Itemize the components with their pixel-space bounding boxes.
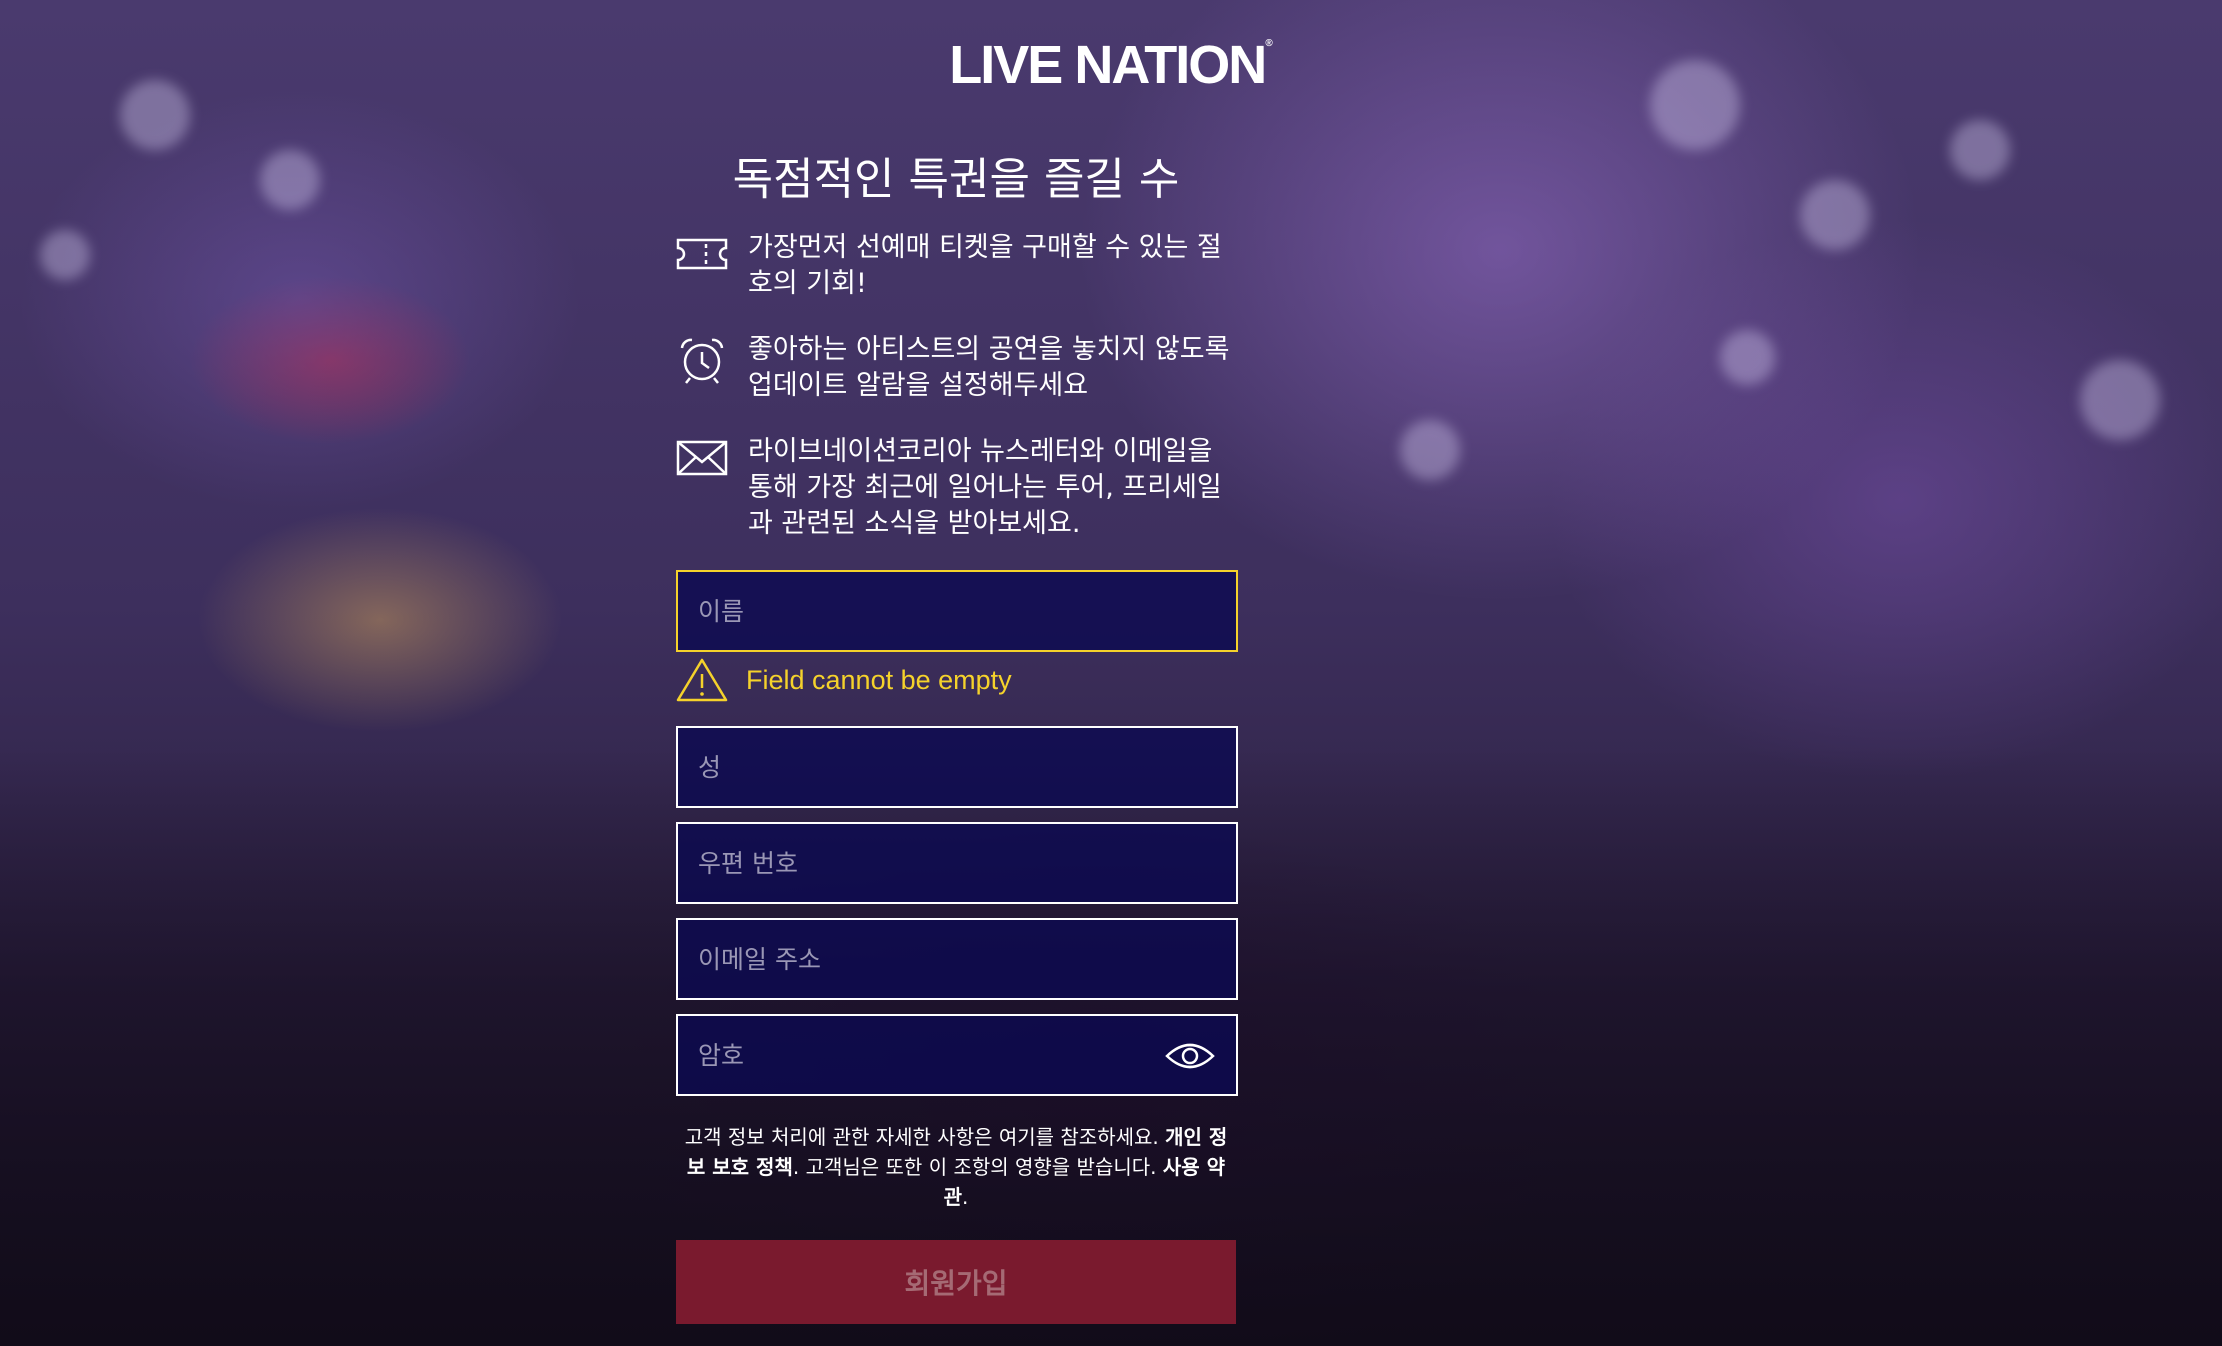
password-input[interactable] (678, 1016, 1236, 1094)
last-name-input[interactable] (678, 728, 1236, 806)
ticket-icon (676, 238, 728, 270)
feature-text: 좋아하는 아티스트의 공연을 놓치지 않도록 업데이트 알람을 설정해두세요 (748, 334, 1230, 401)
last-name-field (676, 726, 1238, 808)
feature-alerts: 좋아하는 아티스트의 공연을 놓치지 않도록 업데이트 알람을 설정해두세요 (676, 332, 1236, 404)
alarm-clock-icon (680, 338, 724, 384)
postal-code-input[interactable] (678, 824, 1236, 902)
email-field (676, 918, 1238, 1000)
signup-button[interactable]: 회원가입 (676, 1240, 1236, 1324)
first-name-input[interactable] (678, 572, 1236, 650)
email-input[interactable] (678, 920, 1236, 998)
error-message: Field cannot be empty (746, 664, 1012, 695)
feature-text: 가장먼저 선예매 티켓을 구매할 수 있는 절호의 기회! (748, 232, 1222, 299)
password-field (676, 1014, 1238, 1096)
warning-icon (676, 658, 728, 702)
first-name-field (676, 570, 1238, 652)
feature-presale: 가장먼저 선예매 티켓을 구매할 수 있는 절호의 기회! (676, 230, 1236, 302)
envelope-icon (676, 440, 728, 476)
page-title: 독점적인 특권을 즐길 수 (732, 154, 1180, 205)
first-name-error: Field cannot be empty (676, 657, 1012, 703)
legal-notice: 고객 정보 처리에 관한 자세한 사항은 여기를 참조하세요. 개인 정보 보호… (684, 1125, 1228, 1209)
signup-panel: 독점적인 특권을 즐길 수 가장먼저 선예매 티켓을 구매할 수 있는 절호의 … (676, 0, 1238, 1346)
feature-text: 라이브네이션코리아 뉴스레터와 이메일을 통해 가장 최근에 일어나는 투어, … (748, 436, 1222, 539)
postal-code-field (676, 822, 1238, 904)
show-password-icon[interactable] (1164, 1038, 1216, 1074)
feature-newsletter: 라이브네이션코리아 뉴스레터와 이메일을 통해 가장 최근에 일어나는 투어, … (676, 434, 1236, 542)
